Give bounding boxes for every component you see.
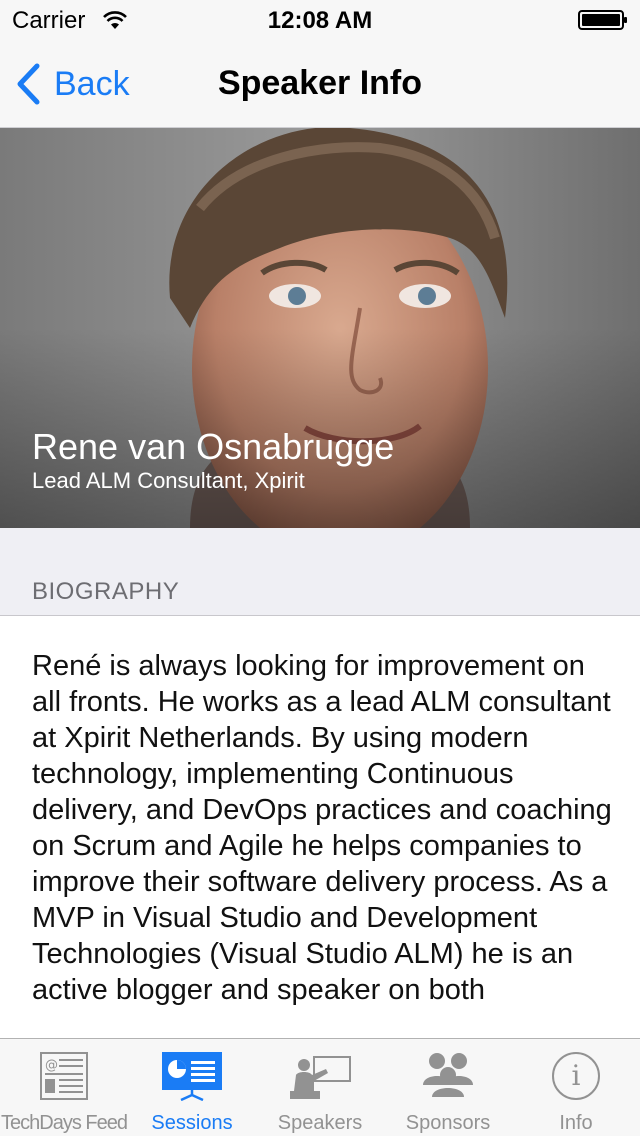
tab-bar: @ TechDays Feed Sessions Speakers Sponso…	[0, 1038, 640, 1136]
speaker-photo: Rene van Osnabrugge Lead ALM Consultant,…	[0, 128, 640, 528]
tab-techdays-feed[interactable]: @ TechDays Feed	[0, 1039, 128, 1136]
tab-sponsors[interactable]: Sponsors	[384, 1039, 512, 1136]
tab-sessions[interactable]: Sessions	[128, 1039, 256, 1136]
biography-text: René is always looking for improvement o…	[32, 650, 612, 1006]
newspaper-icon: @	[40, 1052, 88, 1100]
page-title: Speaker Info	[217, 64, 423, 102]
battery-icon	[578, 10, 627, 30]
tab-speakers[interactable]: Speakers	[256, 1039, 384, 1136]
status-bar: Carrier 12:08 AM	[0, 0, 640, 40]
tab-info[interactable]: i Info	[512, 1039, 640, 1136]
biography-section-header: BIOGRAPHY	[0, 528, 640, 616]
svg-text:@: @	[45, 1058, 58, 1073]
status-time: 12:08 AM	[267, 7, 373, 34]
speaker-job-title: Lead ALM Consultant, Xpirit	[32, 468, 305, 493]
tab-label: Sessions	[151, 1112, 233, 1134]
tab-label: Speakers	[277, 1112, 363, 1134]
svg-text:i: i	[572, 1059, 581, 1092]
speaker-podium-icon	[290, 1056, 351, 1099]
tab-label: Info	[559, 1112, 593, 1134]
tab-label: TechDays Feed	[1, 1112, 128, 1134]
navigation-bar: Back Speaker Info	[0, 40, 640, 128]
info-icon: i	[552, 1052, 600, 1100]
section-header-label: BIOGRAPHY	[32, 578, 180, 605]
presentation-icon	[162, 1052, 222, 1101]
speaker-name: Rene van Osnabrugge	[32, 426, 395, 467]
group-icon	[423, 1053, 473, 1097]
tab-label: Sponsors	[405, 1112, 491, 1134]
